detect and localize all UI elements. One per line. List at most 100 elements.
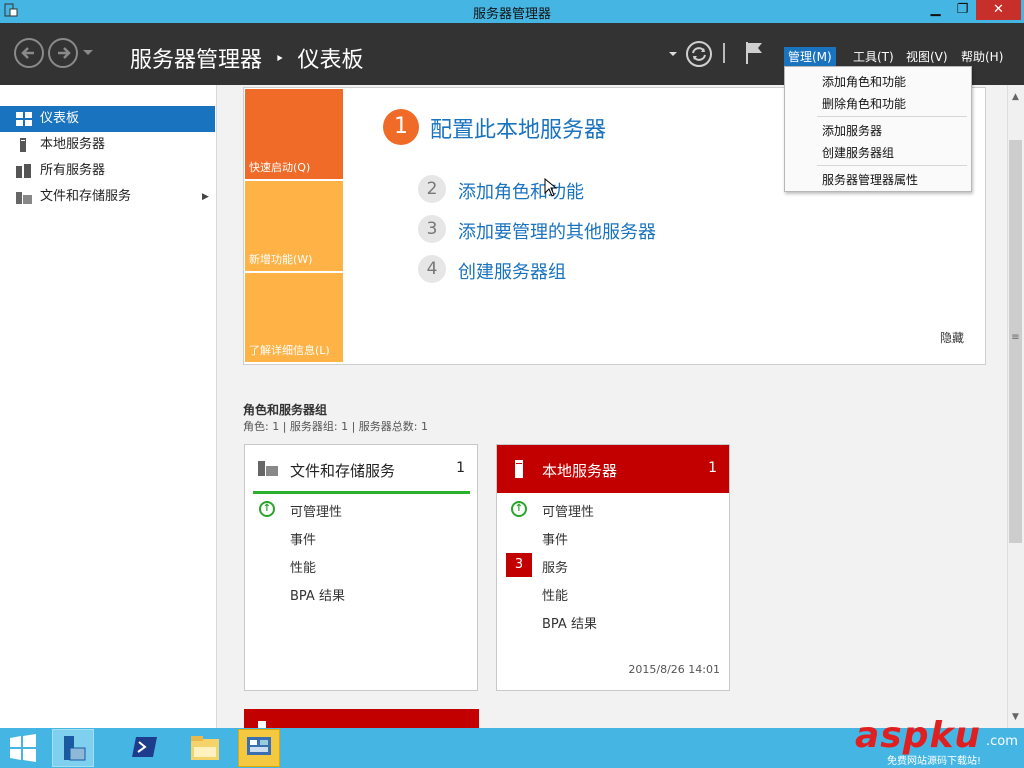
back-arrow-icon (21, 47, 34, 59)
sidebar-item-label: 所有服务器 (40, 163, 106, 178)
card-count: 1 (456, 460, 465, 476)
card-row-bpa[interactable]: BPA 结果 (542, 613, 597, 632)
card-row-manageability[interactable]: 可管理性 (290, 501, 342, 520)
menu-item-add-roles[interactable]: 添加角色和功能 (822, 73, 906, 90)
forward-arrow-icon (58, 47, 71, 59)
toolbar-divider (723, 43, 725, 63)
configure-local-server-link[interactable]: 配置此本地服务器 (430, 112, 606, 144)
sidebar-item-label: 文件和存储服务 (40, 189, 132, 204)
card-row-services[interactable]: 服务 (542, 557, 568, 576)
breadcrumb-root[interactable]: 服务器管理器 (130, 48, 262, 73)
card-timestamp: 2015/8/26 14:01 (628, 663, 720, 676)
history-dropdown-icon[interactable] (82, 49, 94, 57)
tile-label: 新增功能(W) (249, 253, 313, 266)
minimize-button[interactable]: ▁ (922, 0, 949, 20)
add-servers-link[interactable]: 添加要管理的其他服务器 (458, 218, 656, 244)
step-number: 4 (418, 255, 446, 283)
dashboard-icon (16, 112, 32, 126)
menu-item-properties[interactable]: 服务器管理器属性 (822, 171, 918, 188)
role-card-partial[interactable] (244, 709, 479, 728)
scrollbar-thumb[interactable]: ≡ (1009, 140, 1022, 543)
taskbar-file-explorer[interactable] (184, 729, 226, 767)
storage-icon (16, 192, 32, 204)
taskbar-powershell[interactable] (124, 729, 166, 767)
server-manager-icon (64, 736, 86, 761)
watermark-tld: .com (986, 734, 1018, 749)
sidebar-item-dashboard[interactable]: 仪表板 (0, 106, 215, 132)
roles-section-title: 角色和服务器组 (243, 403, 328, 417)
scrollbar-grip: ≡ (1011, 332, 1020, 343)
sidebar-item-label: 仪表板 (40, 111, 80, 126)
card-row-manageability[interactable]: 可管理性 (542, 501, 594, 520)
expand-arrow-icon[interactable]: ▶ (202, 184, 209, 210)
sidebar-item-all-servers[interactable]: 所有服务器 (0, 158, 215, 184)
menu-help[interactable]: 帮助(H) (957, 47, 1007, 66)
notifications-flag-icon[interactable] (744, 40, 766, 66)
forward-button[interactable] (48, 38, 78, 68)
servers-icon (16, 164, 31, 178)
role-card-file-storage[interactable]: 文件和存储服务 1 ↑ 可管理性 事件 性能 BPA 结果 (244, 444, 478, 691)
back-button[interactable] (14, 38, 44, 68)
up-arrow-ok-icon: ↑ (259, 501, 275, 517)
tile-quick-start[interactable]: 快速启动(Q) (245, 89, 343, 179)
menu-manage[interactable]: 管理(M) (784, 47, 836, 66)
tile-label: 了解详细信息(L) (249, 344, 330, 357)
watermark-logo: aspku (855, 715, 982, 756)
create-server-group-link[interactable]: 创建服务器组 (458, 258, 566, 284)
roles-summary: 角色: 1 | 服务器组: 1 | 服务器总数: 1 (243, 420, 429, 433)
card-row-events[interactable]: 事件 (542, 529, 568, 548)
role-card-local-server[interactable]: 本地服务器 1 ↑ 可管理性 事件 3 服务 性能 BPA 结果 2015/8/… (496, 444, 730, 691)
storage-icon (258, 461, 278, 476)
taskbar-control-panel[interactable] (238, 729, 280, 767)
card-title: 文件和存储服务 (290, 462, 396, 480)
sidebar-item-file-storage[interactable]: 文件和存储服务 ▶ (0, 184, 215, 210)
taskbar-server-manager[interactable] (52, 729, 94, 767)
menu-item-remove-roles[interactable]: 删除角色和功能 (822, 95, 906, 112)
card-header[interactable]: 文件和存储服务 1 (245, 445, 477, 493)
title-bar: 服务器管理器 ▁ ❐ ✕ (0, 0, 1024, 23)
card-row-performance[interactable]: 性能 (542, 585, 568, 604)
card-row-bpa[interactable]: BPA 结果 (290, 585, 345, 604)
tile-whats-new[interactable]: 新增功能(W) (245, 181, 343, 271)
card-count: 1 (708, 460, 717, 476)
watermark-caption: 免费网站源码下载站! (887, 756, 982, 767)
step-number: 1 (383, 109, 419, 145)
window-title: 服务器管理器 (472, 7, 551, 22)
server-icon (515, 460, 523, 478)
status-bar (253, 491, 470, 494)
sidebar-item-label: 本地服务器 (40, 137, 106, 152)
menu-separator (817, 116, 967, 117)
server-icon (20, 138, 26, 152)
up-arrow-ok-icon: ↑ (511, 501, 527, 517)
sidebar-item-local-server[interactable]: 本地服务器 (0, 132, 215, 158)
powershell-icon (132, 737, 157, 757)
close-button[interactable]: ✕ (976, 0, 1021, 20)
breadcrumb-separator: ‣ (275, 48, 285, 68)
scroll-down-arrow-icon[interactable]: ▼ (1009, 712, 1022, 722)
menu-view[interactable]: 视图(V) (902, 47, 952, 66)
scroll-up-arrow-icon[interactable]: ▲ (1009, 92, 1022, 102)
refresh-dropdown-icon[interactable] (668, 51, 678, 58)
start-windows-icon[interactable] (8, 734, 38, 762)
mouse-cursor-icon (544, 178, 558, 197)
refresh-icon[interactable] (685, 40, 713, 68)
menu-separator (817, 165, 967, 166)
card-row-performance[interactable]: 性能 (290, 557, 316, 576)
server-icon (258, 721, 266, 728)
add-roles-features-link[interactable]: 添加角色和功能 (458, 178, 584, 204)
maximize-button[interactable]: ❐ (949, 0, 976, 20)
tile-learn-more[interactable]: 了解详细信息(L) (245, 273, 343, 362)
folder-icon (191, 736, 219, 760)
card-title: 本地服务器 (542, 462, 618, 480)
tile-label: 快速启动(Q) (249, 161, 311, 174)
card-header[interactable]: 本地服务器 1 (497, 445, 729, 493)
control-panel-icon (247, 737, 271, 755)
alert-count-badge: 3 (506, 553, 532, 577)
hide-welcome-link[interactable]: 隐藏 (940, 329, 964, 346)
step-number: 2 (418, 175, 446, 203)
card-row-events[interactable]: 事件 (290, 529, 316, 548)
manage-menu-dropdown: 添加角色和功能 删除角色和功能 添加服务器 创建服务器组 服务器管理器属性 (784, 66, 972, 192)
menu-item-create-group[interactable]: 创建服务器组 (822, 144, 894, 161)
menu-item-add-servers[interactable]: 添加服务器 (822, 122, 882, 139)
menu-tools[interactable]: 工具(T) (849, 47, 898, 66)
